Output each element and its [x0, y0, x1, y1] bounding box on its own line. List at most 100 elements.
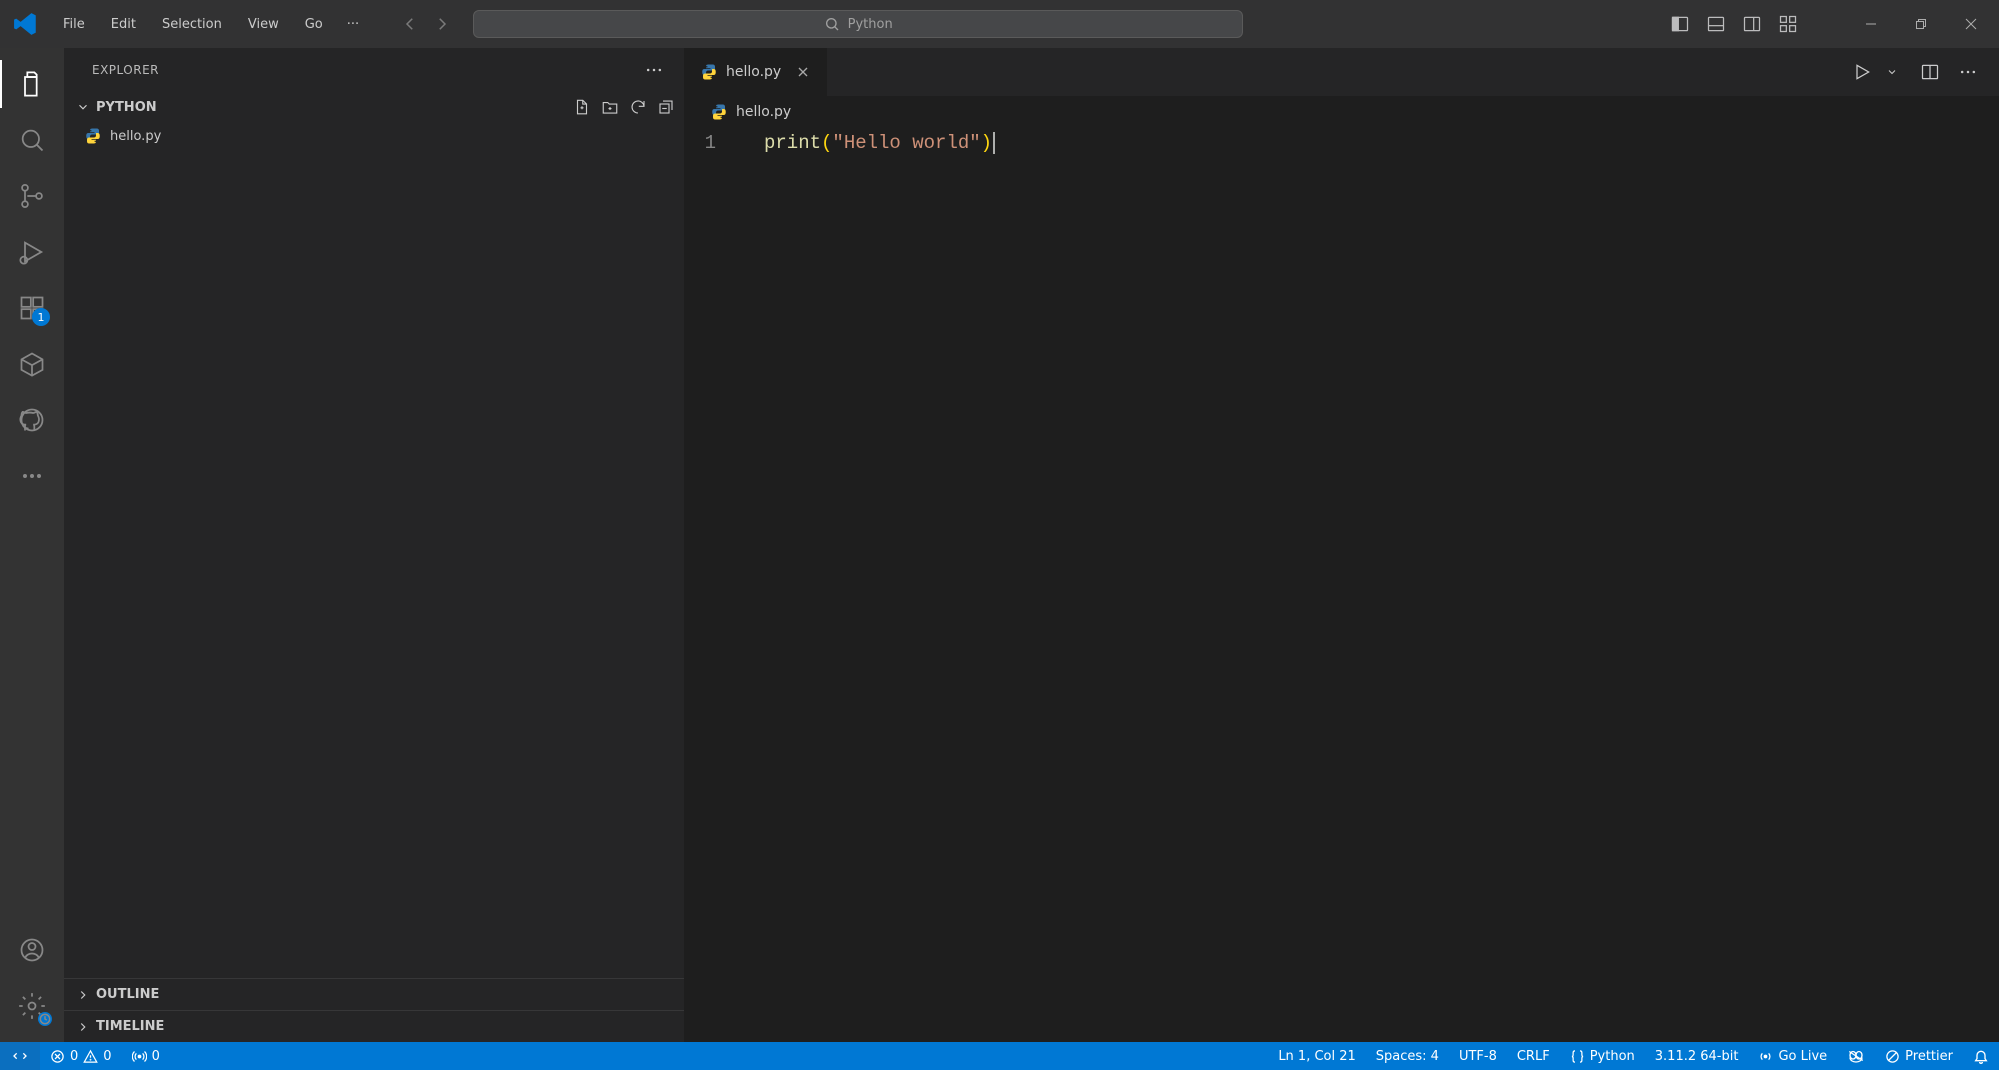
bell-icon: [1973, 1048, 1989, 1064]
title-bar: File Edit Selection View Go ··· Python: [0, 0, 1999, 48]
python-interpreter[interactable]: 3.11.2 64-bit: [1645, 1042, 1749, 1070]
error-icon: [50, 1049, 65, 1064]
token-string: "Hello world": [832, 132, 980, 154]
problems-indicator[interactable]: 0 0: [40, 1042, 122, 1070]
prettier-label: Prettier: [1905, 1049, 1953, 1064]
python-file-icon: [84, 127, 102, 145]
encoding[interactable]: UTF-8: [1449, 1042, 1507, 1070]
window-minimize-icon[interactable]: [1851, 4, 1891, 44]
nav-buttons: [399, 13, 453, 35]
collapse-all-icon[interactable]: [656, 97, 676, 117]
token-paren: ): [981, 132, 992, 154]
indentation[interactable]: Spaces: 4: [1366, 1042, 1449, 1070]
cursor-position[interactable]: Ln 1, Col 21: [1268, 1042, 1365, 1070]
language-mode[interactable]: Python: [1560, 1042, 1645, 1070]
toggle-panel-icon[interactable]: [1703, 11, 1729, 37]
activity-search[interactable]: [8, 116, 56, 164]
sidebar-header-more-icon[interactable]: [644, 60, 664, 80]
window-close-icon[interactable]: [1951, 4, 1991, 44]
breadcrumb[interactable]: hello.py: [684, 96, 1999, 128]
activity-remote-explorer[interactable]: [8, 340, 56, 388]
python-file-icon: [700, 63, 718, 81]
activity-explorer[interactable]: [8, 60, 56, 108]
split-editor-icon[interactable]: [1917, 59, 1943, 85]
menu-selection[interactable]: Selection: [150, 11, 234, 38]
activity-accounts[interactable]: [8, 926, 56, 974]
extensions-badge: 1: [32, 308, 50, 326]
command-center-search[interactable]: Python: [473, 10, 1243, 38]
file-item[interactable]: hello.py: [64, 122, 684, 150]
tab-close-icon[interactable]: [795, 64, 811, 80]
tabs-row: hello.py: [684, 48, 1999, 96]
go-live-label: Go Live: [1778, 1049, 1827, 1064]
editor-more-icon[interactable]: [1955, 59, 1981, 85]
notifications[interactable]: [1963, 1042, 1999, 1070]
toggle-secondary-sidebar-icon[interactable]: [1739, 11, 1765, 37]
broadcast-icon: [1758, 1049, 1773, 1064]
run-dropdown-icon[interactable]: [1879, 59, 1905, 85]
search-text: Python: [848, 17, 893, 32]
activity-github[interactable]: [8, 396, 56, 444]
timeline-label: TIMELINE: [96, 1019, 164, 1034]
explorer-sidebar: EXPLORER PYTHON: [64, 48, 684, 1042]
line-number: 1: [684, 132, 744, 154]
python-file-icon: [710, 103, 728, 121]
status-bar: 0 0 0 Ln 1, Col 21 Spaces: 4 UTF-8 CRLF …: [0, 1042, 1999, 1070]
run-button[interactable]: [1849, 59, 1875, 85]
outline-section[interactable]: OUTLINE: [64, 978, 684, 1010]
menu-overflow[interactable]: ···: [337, 11, 369, 38]
ports-count: 0: [152, 1049, 160, 1064]
chevron-right-icon: [76, 988, 90, 1002]
new-file-icon[interactable]: [572, 97, 592, 117]
tab-label: hello.py: [726, 64, 781, 80]
search-icon: [824, 16, 840, 32]
breadcrumb-label: hello.py: [736, 104, 791, 120]
window-maximize-icon[interactable]: [1901, 4, 1941, 44]
error-count: 0: [70, 1049, 78, 1064]
nav-forward-icon[interactable]: [431, 13, 453, 35]
activity-extensions[interactable]: 1: [8, 284, 56, 332]
menu-bar: File Edit Selection View Go ···: [51, 11, 369, 38]
menu-go[interactable]: Go: [293, 11, 335, 38]
toggle-primary-sidebar-icon[interactable]: [1667, 11, 1693, 37]
tab-hello-py[interactable]: hello.py: [684, 48, 828, 96]
activity-run-debug[interactable]: [8, 228, 56, 276]
new-folder-icon[interactable]: [600, 97, 620, 117]
customize-layout-icon[interactable]: [1775, 11, 1801, 37]
menu-file[interactable]: File: [51, 11, 97, 38]
go-live[interactable]: Go Live: [1748, 1042, 1837, 1070]
copilot-status[interactable]: [1837, 1042, 1875, 1070]
eol[interactable]: CRLF: [1507, 1042, 1560, 1070]
ports-indicator[interactable]: 0: [122, 1042, 170, 1070]
nav-back-icon[interactable]: [399, 13, 421, 35]
chevron-right-icon: [76, 1020, 90, 1034]
menu-edit[interactable]: Edit: [99, 11, 148, 38]
sidebar-title: EXPLORER: [92, 63, 159, 77]
sidebar-header: EXPLORER: [64, 48, 684, 92]
chevron-down-icon: [76, 100, 90, 114]
activity-source-control[interactable]: [8, 172, 56, 220]
editor-area: hello.py: [684, 48, 1999, 1042]
outline-label: OUTLINE: [96, 987, 159, 1002]
prettier-status[interactable]: Prettier: [1875, 1042, 1963, 1070]
copilot-icon: [1847, 1047, 1865, 1065]
project-header[interactable]: PYTHON: [64, 92, 684, 122]
warning-icon: [83, 1049, 98, 1064]
timeline-section[interactable]: TIMELINE: [64, 1010, 684, 1042]
code-line[interactable]: 1 print("Hello world"): [684, 130, 1999, 156]
menu-view[interactable]: View: [236, 11, 291, 38]
token-paren: (: [821, 132, 832, 154]
code-editor[interactable]: 1 print("Hello world"): [684, 128, 1999, 1042]
token-function: print: [764, 132, 821, 154]
vscode-logo-icon: [8, 11, 43, 37]
warning-count: 0: [103, 1049, 111, 1064]
remote-indicator[interactable]: [0, 1042, 40, 1070]
refresh-icon[interactable]: [628, 97, 648, 117]
block-icon: [1885, 1049, 1900, 1064]
antenna-icon: [132, 1049, 147, 1064]
file-tree: hello.py: [64, 122, 684, 978]
activity-overflow[interactable]: [8, 452, 56, 500]
activity-settings[interactable]: [8, 982, 56, 1030]
language-label: Python: [1590, 1049, 1635, 1064]
file-name: hello.py: [110, 129, 161, 144]
